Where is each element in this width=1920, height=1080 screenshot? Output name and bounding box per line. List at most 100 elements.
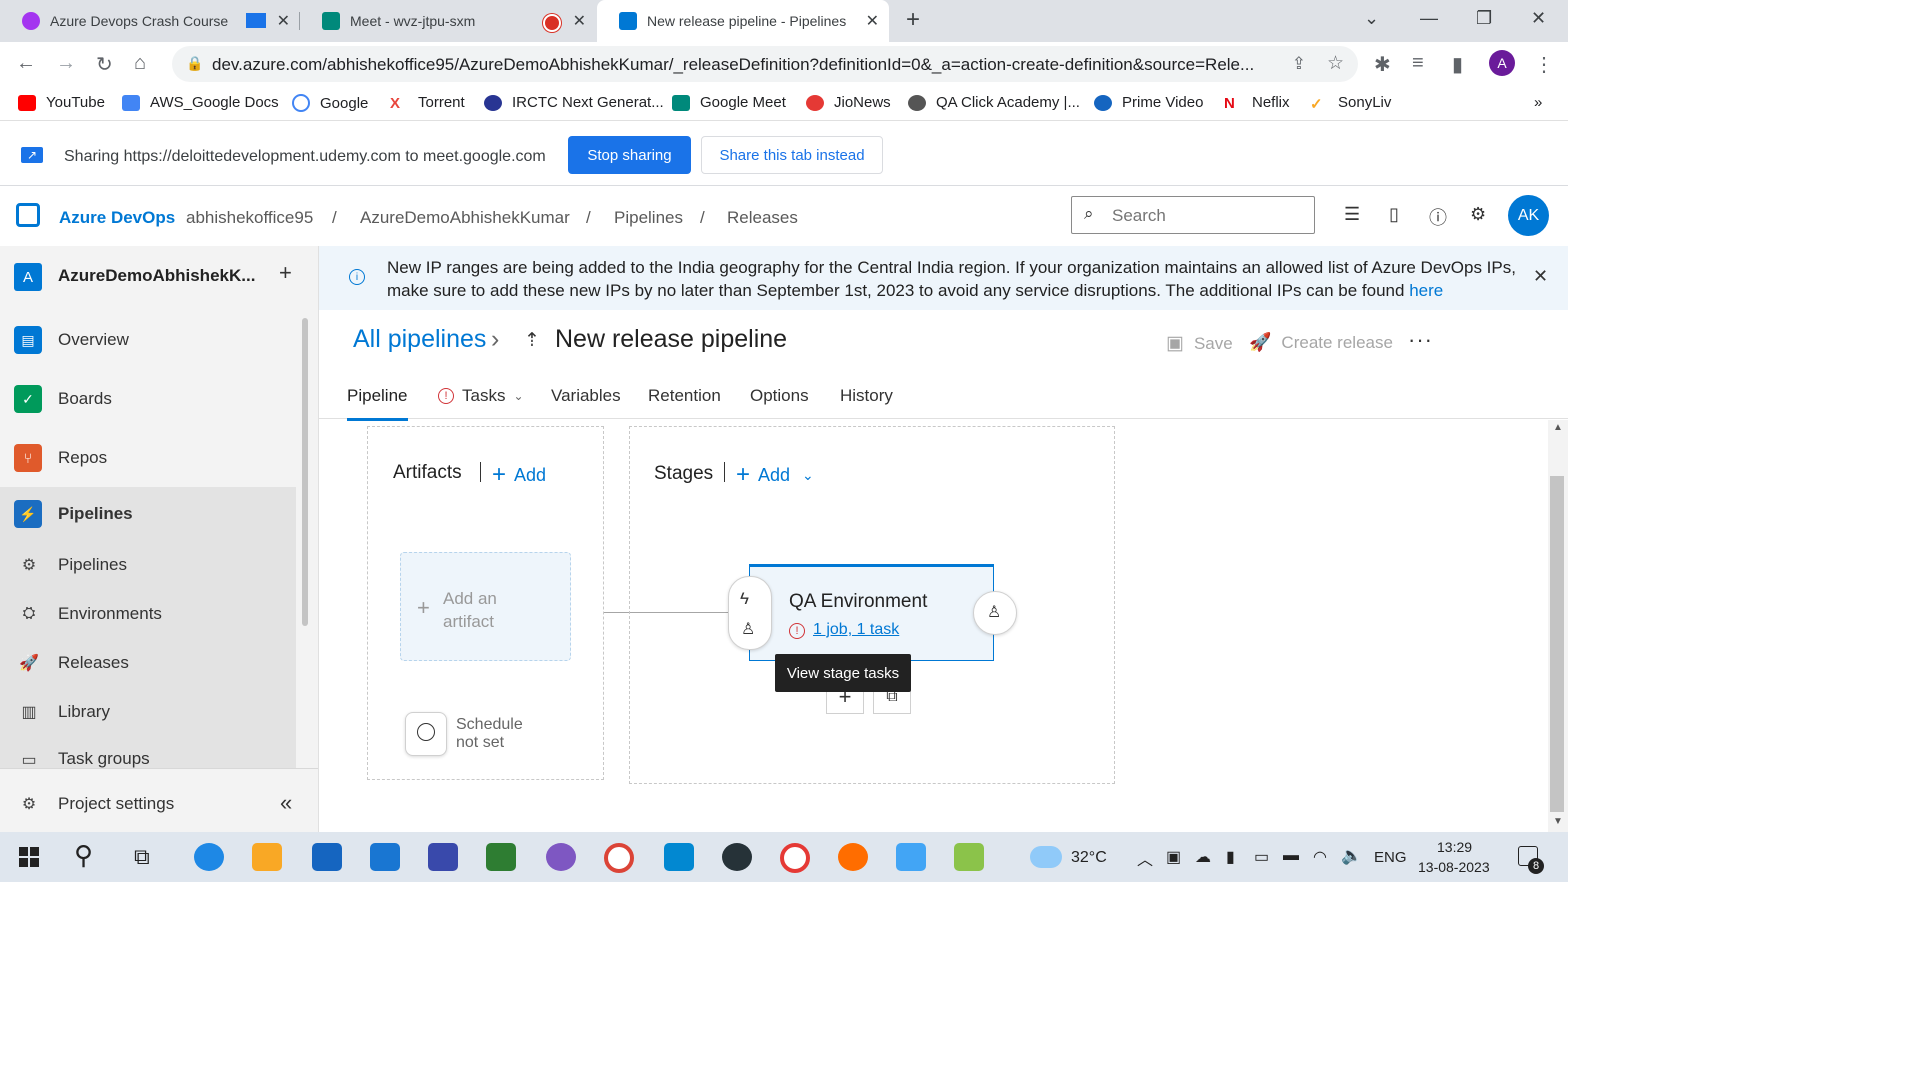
browser-menu-icon[interactable]: ⋮ [1534,52,1554,77]
canvas-scrollbar[interactable]: ▲ ▼ [1548,420,1568,832]
extensions-icon[interactable]: ✱ [1374,52,1391,77]
bookmark-netflix[interactable]: N Neflix [1224,94,1290,112]
tab-options[interactable]: Options [750,386,809,406]
create-release-button[interactable]: 🚀 Create release [1249,332,1393,353]
show-hidden-icons-chevron-icon[interactable]: ︿ [1137,846,1153,870]
more-bookmarks-icon[interactable]: » [1534,94,1542,111]
search-input[interactable] [1110,205,1304,227]
bookmark-sonyliv[interactable]: ✓ SonyLiv [1310,94,1391,113]
all-pipelines-link[interactable]: All pipelines [353,325,486,354]
user-settings-icon[interactable]: ⚙ [1470,204,1486,225]
tab-variables[interactable]: Variables [551,386,621,406]
marketplace-bag-icon[interactable]: ▯ [1389,204,1399,225]
tab-history[interactable]: History [840,386,893,406]
clock-time[interactable]: 13:29 [1437,839,1472,855]
pre-deployment-conditions-button[interactable]: ϟ ♙ [728,576,772,650]
sidebar-item-overview[interactable]: ▤ Overview [0,316,296,364]
user-avatar[interactable]: AK [1508,195,1549,236]
breadcrumb-pipelines[interactable]: Pipelines [614,208,683,228]
sidebar-item-boards[interactable]: ✓ Boards [0,375,296,423]
back-icon[interactable]: ← [16,52,36,75]
bookmark-torrent[interactable]: X Torrent [390,94,465,112]
file-explorer-icon[interactable] [252,843,282,871]
bookmark-prime-video[interactable]: Prime Video [1094,94,1203,111]
sidebar-subitem-pipelines[interactable]: ⚙ Pipelines [0,541,296,589]
save-button[interactable]: ▣ Save [1166,332,1233,355]
weather-icon[interactable] [1030,846,1062,868]
post-deployment-conditions-button[interactable]: ♙ [973,591,1017,635]
language-indicator[interactable]: ENG [1374,849,1407,866]
scroll-up-icon[interactable]: ▲ [1553,422,1563,433]
breadcrumb-releases[interactable]: Releases [727,208,798,228]
minimize-icon[interactable]: — [1420,8,1438,29]
edge-icon[interactable] [194,843,224,871]
clock-date[interactable]: 13-08-2023 [1418,859,1490,875]
project-name[interactable]: AzureDemoAbhishekK... [58,266,255,286]
help-icon[interactable]: ⓘ [1429,204,1447,230]
side-panel-icon[interactable]: ▮ [1452,52,1463,77]
bookmark-google-meet[interactable]: Google Meet [672,94,786,111]
sidebar-item-repos[interactable]: ⑂ Repos [0,434,296,482]
tab-tasks[interactable]: ! Tasks ⌄ [438,386,524,406]
stage-card[interactable]: QA Environment ! 1 job, 1 task [749,564,994,661]
bookmark-jionews[interactable]: JioNews [806,94,891,111]
stop-sharing-button[interactable]: Stop sharing [568,136,691,174]
sidebar-subitem-task-groups[interactable]: ▭ Task groups [0,737,296,768]
bookmark-qa-click-academy[interactable]: QA Click Academy |... [908,94,1080,111]
collapse-sidebar-icon[interactable]: « [280,790,292,816]
tab-search-chevron-icon[interactable]: ⌄ [1364,8,1379,29]
sidebar-scrollbar[interactable] [302,318,308,626]
project-avatar[interactable]: A [14,263,42,291]
bookmark-irctc[interactable]: IRCTC Next Generat... [484,94,664,111]
add-stage-link[interactable]: + Add ⌄ [736,461,814,489]
paint-icon[interactable] [954,843,984,871]
sidebar-subitem-releases[interactable]: 🚀 Releases [0,639,296,687]
home-icon[interactable]: ⌂ [134,52,146,75]
taskbar-search-icon[interactable]: ⚲ [74,840,93,871]
breadcrumb-organization[interactable]: abhishekoffice95 [186,208,313,228]
media-icon[interactable]: ≡ [1412,52,1424,75]
schedule-trigger-button[interactable] [405,712,447,756]
browser-tab-pipelines[interactable]: New release pipeline - Pipelines ✕ [597,0,889,42]
scroll-down-icon[interactable]: ▼ [1553,816,1563,827]
sidebar-item-pipelines[interactable]: ⚡ Pipelines [0,487,296,541]
work-items-icon[interactable]: ☰ [1344,204,1360,225]
microsoft-store-icon[interactable] [312,843,342,871]
project-settings[interactable]: ⚙ Project settings [0,780,318,828]
copilot-icon[interactable] [546,843,576,871]
close-banner-icon[interactable]: ✕ [1533,266,1548,287]
chrome-icon[interactable] [604,843,634,873]
profile-avatar[interactable]: A [1489,50,1515,76]
azure-devops-brand[interactable]: Azure DevOps [59,208,175,228]
sidebar-subitem-environments[interactable]: ⛭ Environments [0,590,296,638]
photos-icon[interactable] [896,843,926,871]
eclipse-icon[interactable] [722,843,752,871]
search-box[interactable]: ⌕ [1071,196,1315,234]
new-project-icon[interactable]: + [279,260,292,286]
restore-icon[interactable]: ❐ [1476,8,1492,29]
browser-tab-udemy[interactable]: Azure Devops Crash Course ✕ [0,0,300,42]
bookmark-youtube[interactable]: YouTube [18,94,105,111]
more-actions-icon[interactable]: ··· [1408,327,1433,353]
tab-pipeline[interactable]: Pipeline [347,386,408,421]
share-icon[interactable]: ⇪ [1292,54,1306,74]
opera-icon[interactable] [780,843,810,873]
remote-desktop-icon[interactable] [664,843,694,871]
battery-icon[interactable]: ▬ [1283,847,1299,865]
add-artifact-card[interactable]: + Add an artifact [400,552,571,661]
windows-start-icon[interactable] [19,847,39,867]
close-window-icon[interactable]: ✕ [1531,8,1546,29]
scrollbar-thumb[interactable] [1550,476,1564,812]
banner-link[interactable]: here [1409,281,1443,300]
onedrive-icon[interactable]: ☁ [1195,847,1211,867]
meet-now-icon[interactable]: ▣ [1166,847,1181,867]
microphone-icon[interactable]: ▮ [1226,847,1235,867]
task-view-icon[interactable]: ⧉ [134,844,150,870]
mail-icon[interactable] [370,843,400,871]
xbox-icon[interactable] [486,843,516,871]
sidebar-subitem-library[interactable]: ▥ Library [0,688,296,736]
share-this-tab-button[interactable]: Share this tab instead [701,136,883,174]
reload-icon[interactable]: ↻ [96,52,113,77]
azure-devops-logo-icon[interactable] [16,203,40,227]
close-tab-icon[interactable]: ✕ [866,11,879,31]
